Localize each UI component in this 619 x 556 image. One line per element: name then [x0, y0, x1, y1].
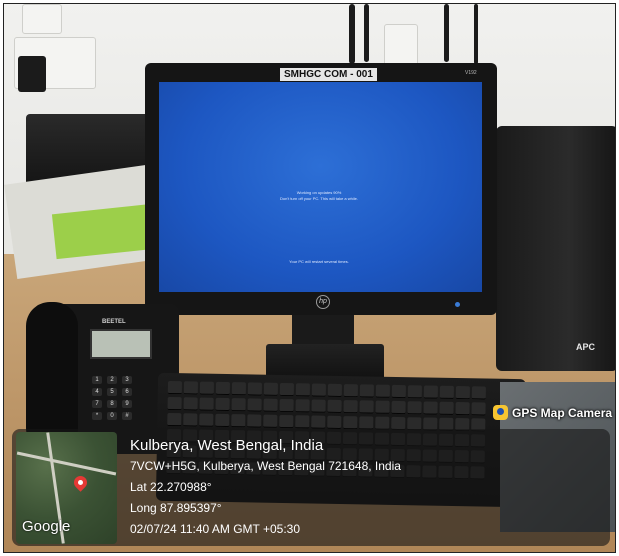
keyboard-key [263, 414, 278, 428]
map-pin-icon [71, 473, 90, 492]
keyboard-key [263, 398, 278, 412]
keyboard-key [215, 381, 230, 396]
gps-map-camera-icon [493, 405, 508, 420]
location-address: 7VCW+H5G, Kulberya, West Bengal 721648, … [130, 459, 401, 473]
phone-key: 3 [122, 376, 132, 384]
keyboard-key [327, 415, 342, 430]
power-adapter [18, 56, 46, 92]
screen-restart-text: Your PC will restart several times. [289, 259, 349, 264]
phone-key: 6 [122, 388, 132, 396]
cable [444, 4, 449, 62]
phone-key: 4 [92, 388, 102, 396]
keyboard-key [199, 413, 214, 427]
phone-brand-label: BEETEL [102, 319, 126, 325]
keyboard-key [439, 401, 454, 415]
ups-device-right [496, 126, 615, 371]
map-road [16, 451, 117, 476]
phone-key: 0 [107, 412, 117, 420]
keyboard-key [359, 400, 374, 414]
wall-outlet-right [384, 24, 418, 66]
keyboard-key [279, 382, 294, 397]
phone-display [90, 329, 152, 359]
keyboard-key [375, 384, 390, 398]
phone-key: 7 [92, 400, 102, 408]
keyboard-row [167, 380, 486, 400]
keyboard-key [199, 397, 214, 411]
power-led-icon [455, 302, 460, 307]
keyboard-key [343, 384, 358, 398]
wall-switch [22, 4, 62, 34]
cable [364, 4, 369, 62]
keyboard-key [327, 399, 342, 414]
keyboard-key [183, 413, 198, 427]
keyboard-key [375, 400, 390, 414]
phone-key: 9 [122, 400, 132, 408]
hp-logo-icon: hp [316, 295, 330, 309]
keyboard-key [311, 415, 326, 429]
keyboard-key [231, 398, 246, 412]
keyboard-key [471, 402, 486, 416]
keyboard-key [295, 415, 310, 429]
keyboard-key [167, 380, 183, 395]
keyboard-key [423, 401, 438, 415]
location-longitude: Long 87.895397° [130, 501, 222, 515]
keyboard-key [247, 398, 262, 412]
keyboard-key [279, 414, 294, 429]
screen-warning-text: Don't turn off your PC. This will take a… [280, 196, 358, 201]
keyboard-key [247, 414, 262, 428]
cable [474, 4, 478, 64]
phone-key: * [92, 412, 102, 420]
phone-key: 8 [107, 400, 117, 408]
keyboard-key [215, 413, 230, 428]
keyboard-key [471, 386, 486, 400]
keyboard-key [167, 412, 182, 427]
keyboard-key [455, 401, 470, 416]
keyboard-row [167, 396, 486, 416]
map-thumbnail: Google [16, 432, 117, 544]
keyboard-key [311, 399, 326, 413]
gps-map-camera-badge: GPS Map Camera [493, 405, 612, 420]
gps-map-camera-label: GPS Map Camera [512, 405, 613, 420]
keyboard-key [391, 384, 406, 399]
keyboard-key [295, 399, 310, 413]
keyboard-key [391, 400, 406, 415]
keyboard-key [231, 382, 246, 396]
cable [349, 4, 355, 64]
keyboard-key [375, 416, 390, 430]
keyboard-key [215, 397, 230, 412]
screen-status-text: Working on updates 90% [296, 190, 342, 195]
monitor-asset-label: SMHGC COM - 001 [280, 68, 377, 81]
phone-key: 5 [107, 388, 117, 396]
keyboard-key [183, 381, 198, 395]
keyboard-key [343, 416, 358, 430]
location-timestamp: 02/07/24 11:40 AM GMT +05:30 [130, 522, 301, 536]
keyboard-key [183, 397, 198, 411]
keyboard-row [167, 412, 486, 432]
keyboard-key [311, 383, 326, 397]
keyboard-key [199, 381, 214, 395]
keyboard-key [439, 385, 454, 399]
keyboard-key [343, 400, 358, 414]
keyboard-key [455, 385, 470, 400]
keyboard-key [167, 396, 182, 411]
keyboard-key [407, 401, 422, 415]
monitor-model-label: V192 [465, 70, 477, 76]
location-latitude: Lat 22.270988° [130, 480, 212, 494]
keyboard-key [359, 416, 374, 430]
google-logo: Google [22, 518, 71, 535]
keyboard-key [247, 382, 262, 396]
keyboard-key [295, 383, 310, 397]
keyboard-key [407, 385, 422, 399]
keyboard-key [359, 384, 374, 398]
phone-key: # [122, 412, 132, 420]
phone-key: 1 [92, 376, 102, 384]
keyboard-key [263, 382, 278, 396]
ups-logo: APC [576, 342, 596, 352]
keyboard-key [327, 383, 342, 398]
keyboard-key [231, 414, 246, 428]
location-title: Kulberya, West Bengal, India [130, 437, 324, 454]
keyboard-key [423, 385, 438, 399]
keyboard-key [279, 398, 294, 413]
phone-key: 2 [107, 376, 117, 384]
